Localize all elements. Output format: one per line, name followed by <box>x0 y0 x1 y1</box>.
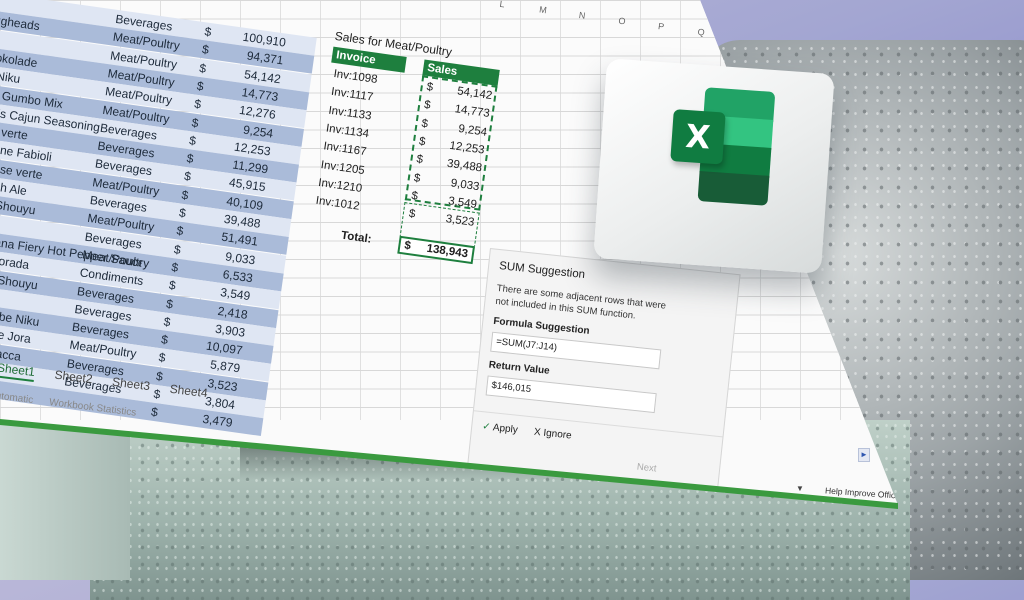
apply-button[interactable]: ✓ Apply <box>482 421 519 436</box>
column-headers: L M N O P Q <box>478 0 737 48</box>
chevron-down-icon[interactable]: ▼ <box>796 484 804 493</box>
currency-symbol: $ <box>410 189 419 203</box>
apply-label: Apply <box>492 422 519 436</box>
workbook-statistics-button[interactable]: Workbook Statistics <box>49 397 137 419</box>
panel-title: SUM Suggestion <box>498 260 586 282</box>
sales-value: 3,523 <box>444 213 476 230</box>
tab-sheet1[interactable]: Sheet1 <box>0 360 36 382</box>
background-rock-face <box>0 420 130 580</box>
column-header[interactable]: P <box>657 21 664 32</box>
column-header[interactable]: Q <box>697 27 705 38</box>
return-value-field[interactable]: $146,015 <box>485 375 657 414</box>
checkmark-icon: ✓ <box>481 421 492 434</box>
column-header[interactable]: M <box>539 4 548 15</box>
excel-app-tile: X <box>593 58 835 274</box>
ignore-button[interactable]: X Ignore <box>533 427 572 442</box>
currency-symbol: $ <box>425 81 434 94</box>
currency-symbol: $ <box>420 117 429 131</box>
ignore-label: Ignore <box>542 427 573 442</box>
currency-symbol: $ <box>408 207 417 221</box>
currency-symbol: $ <box>403 239 412 253</box>
currency-symbol: $ <box>413 171 422 185</box>
return-value-label: Return Value <box>488 359 551 377</box>
currency-symbol: $ <box>418 135 427 149</box>
next-button[interactable]: Next <box>636 462 657 475</box>
total-label[interactable]: Total: <box>340 230 372 246</box>
currency-symbol: $ <box>423 99 432 112</box>
currency-symbol: $ <box>415 153 424 167</box>
total-value: 138,943 <box>425 242 469 261</box>
scroll-right-arrow-icon[interactable]: ► <box>858 448 870 462</box>
column-header[interactable]: O <box>618 16 626 27</box>
calculation-mode: utomatic <box>0 390 34 407</box>
column-header[interactable]: N <box>578 10 586 21</box>
column-header[interactable]: L <box>499 0 505 9</box>
sales-summary: Sales for Meat/Poultry Invoice Sales Inv… <box>299 28 567 279</box>
x-icon: X <box>533 426 542 439</box>
excel-logo-icon: X <box>667 85 785 212</box>
sum-suggestion-panel: SUM Suggestion There are some adjacent r… <box>466 248 741 496</box>
